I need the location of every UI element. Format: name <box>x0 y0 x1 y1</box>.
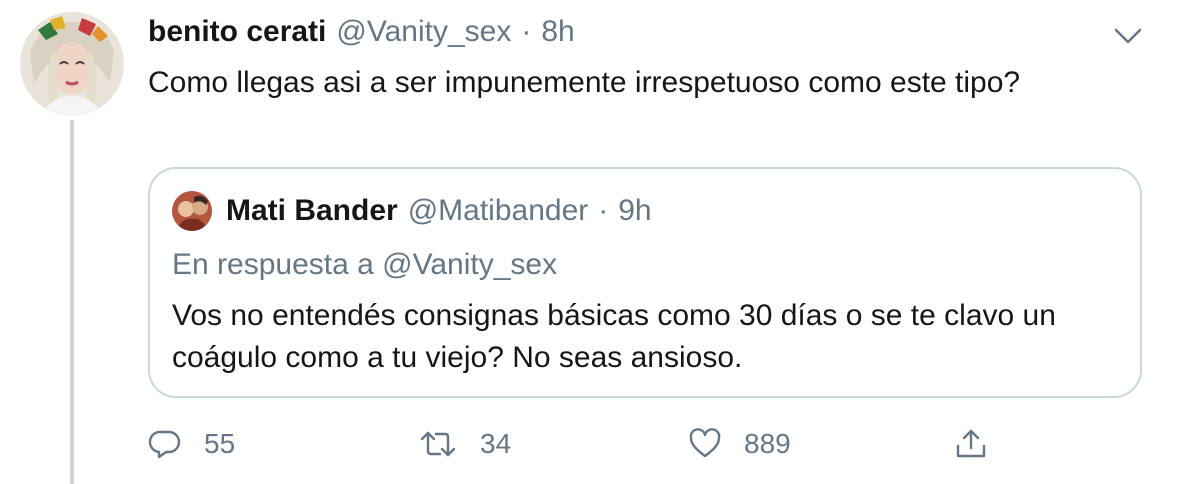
like-count: 889 <box>744 428 791 459</box>
user-handle[interactable]: @Matibander <box>408 189 589 233</box>
thread-line <box>70 120 74 484</box>
separator-dot: · <box>521 15 532 48</box>
separator-dot: · <box>598 194 609 227</box>
tweet-text: Como llegas asi a ser impunemente irresp… <box>148 66 1021 99</box>
reply-icon <box>148 427 182 461</box>
timestamp[interactable]: 9h <box>618 189 651 233</box>
quoted-tweet-header: Mati Bander @Matibander · 9h <box>172 189 652 233</box>
share-icon <box>954 427 988 461</box>
quoted-tweet[interactable]: Mati Bander @Matibander · 9h En respuest… <box>148 167 1142 398</box>
avatar[interactable] <box>20 12 124 116</box>
tweet-content: benito cerati @Vanity_sex · 8h Como lleg… <box>148 10 1148 104</box>
tweet-header: benito cerati @Vanity_sex · 8h <box>148 10 1148 54</box>
reply-context[interactable]: En respuesta a @Vanity_sex <box>172 243 557 287</box>
tweet-actions: 55 34 889 <box>148 420 1148 468</box>
retweet-button[interactable]: 34 <box>418 420 511 468</box>
user-handle[interactable]: @Vanity_sex <box>336 10 511 54</box>
timestamp[interactable]: 8h <box>541 10 574 54</box>
share-button[interactable] <box>954 420 988 468</box>
retweet-count: 34 <box>480 428 512 459</box>
like-button[interactable]: 889 <box>688 420 791 468</box>
display-name[interactable]: Mati Bander <box>226 189 398 233</box>
retweet-icon <box>418 427 458 461</box>
quoted-tweet-text: Vos no entendés consignas básicas como 3… <box>172 299 1056 374</box>
reply-count: 55 <box>204 428 236 459</box>
tweet-card[interactable]: benito cerati @Vanity_sex · 8h Como lleg… <box>0 0 1200 484</box>
display-name[interactable]: benito cerati <box>148 10 326 54</box>
heart-icon <box>688 427 722 461</box>
reply-button[interactable]: 55 <box>148 420 235 468</box>
avatar <box>172 191 212 231</box>
chevron-down-icon[interactable] <box>1110 22 1146 50</box>
